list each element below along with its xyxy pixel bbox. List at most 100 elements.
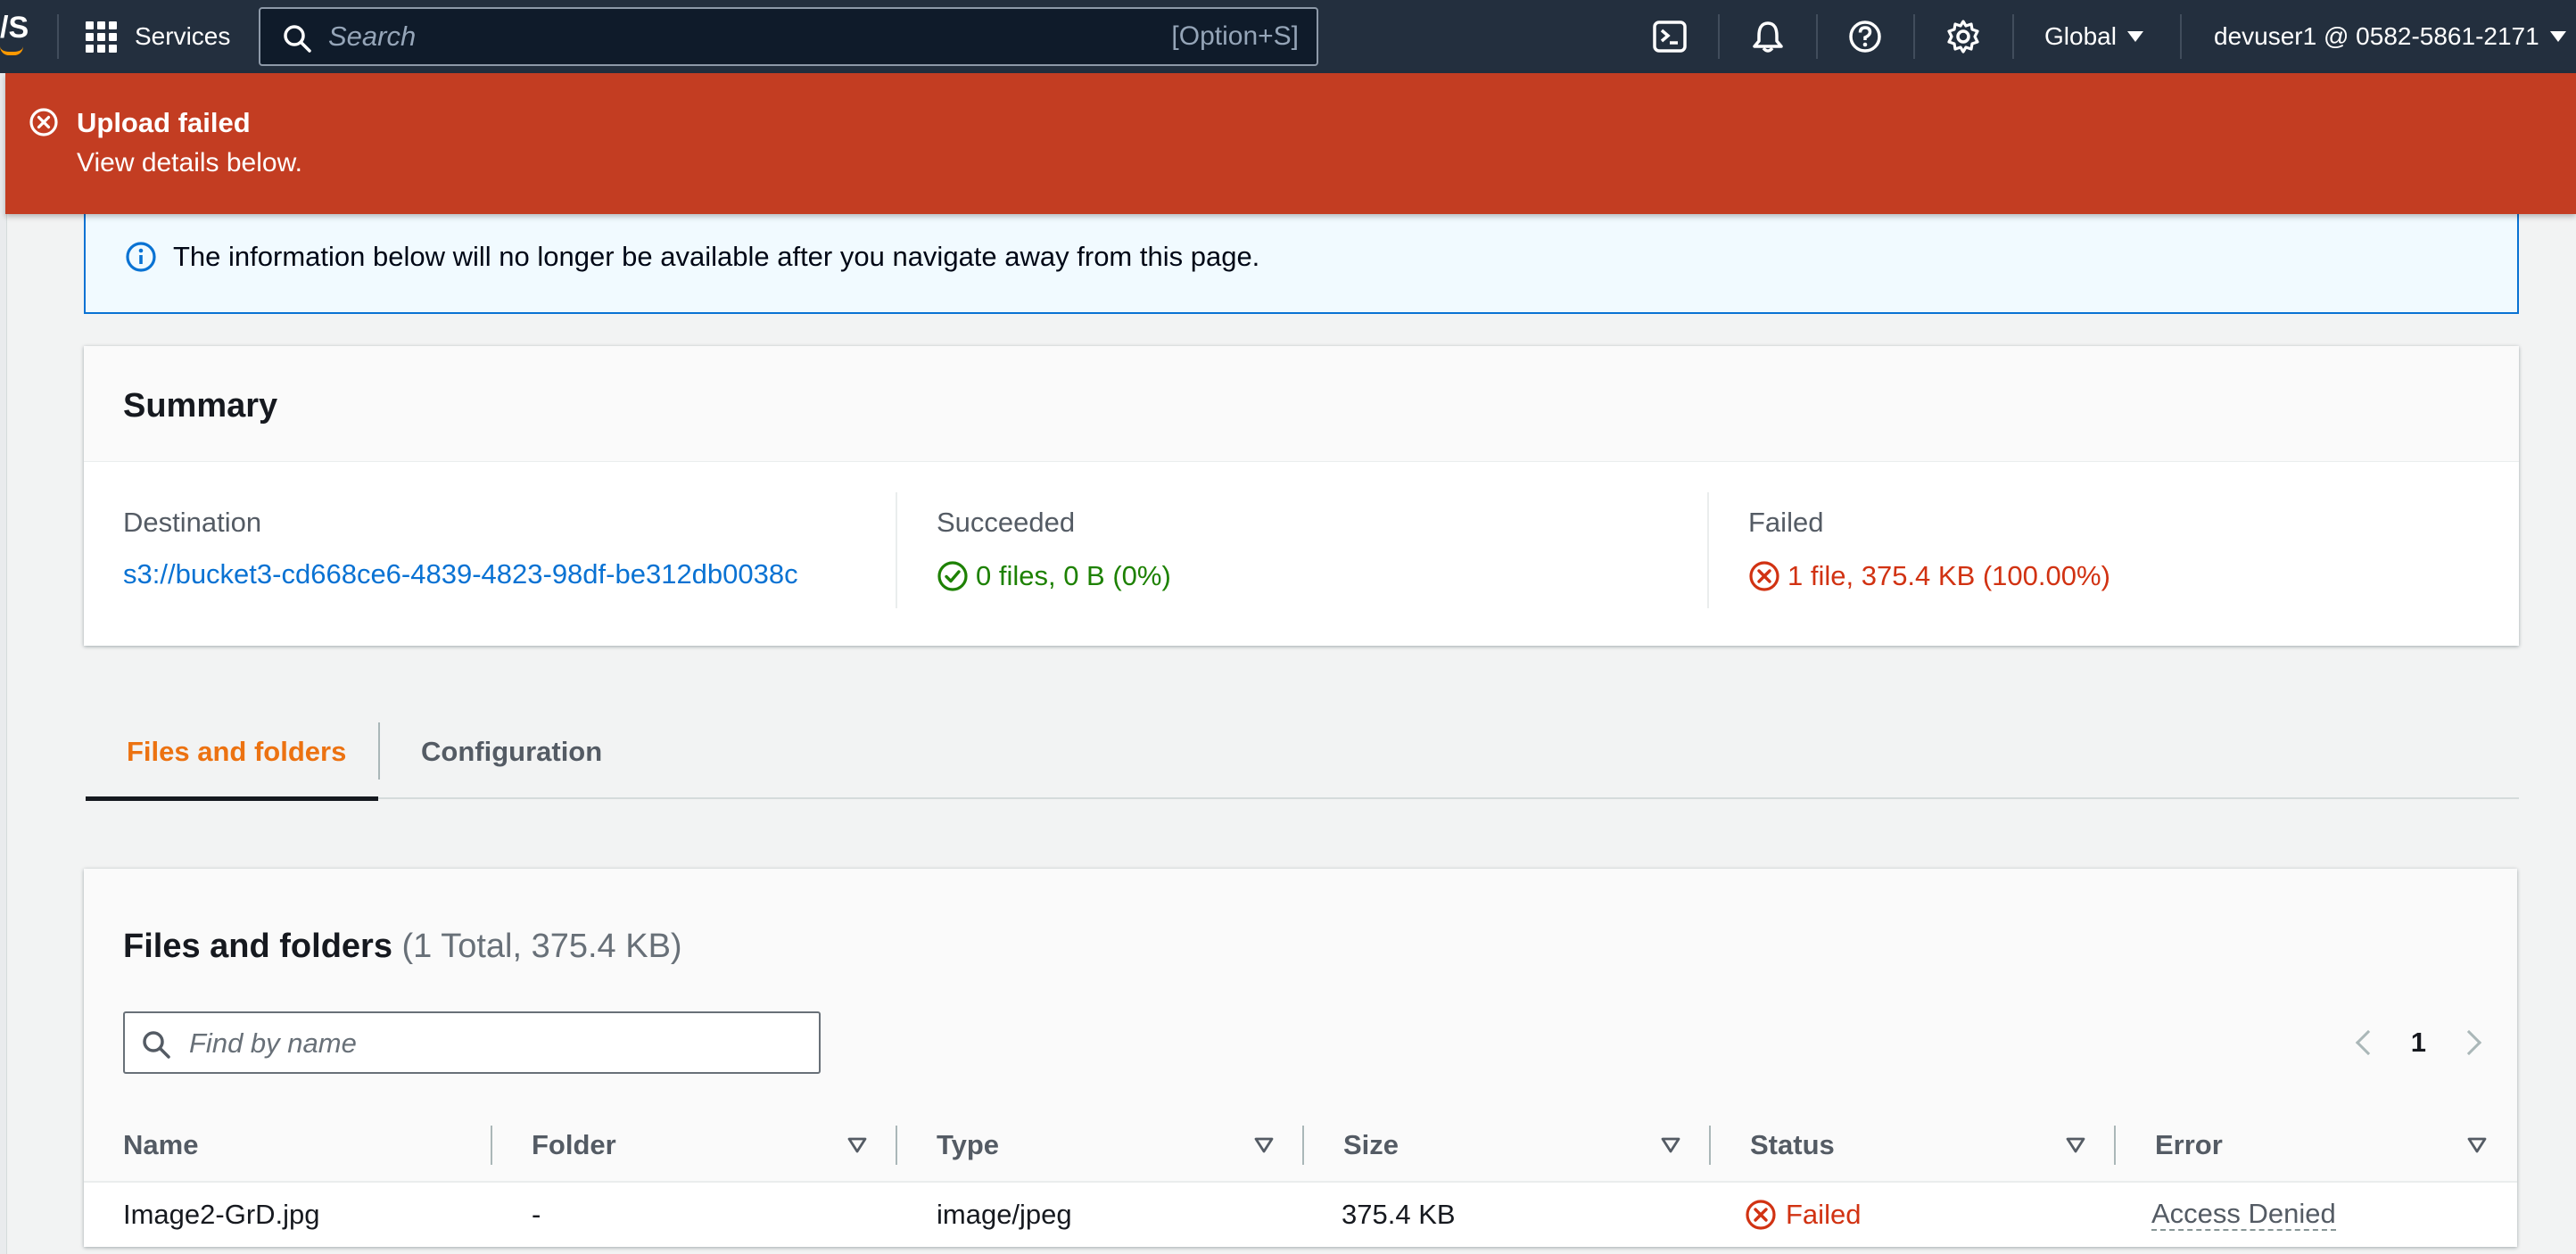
sort-caret-icon[interactable] <box>1661 1136 1680 1154</box>
cell-type: image/jpeg <box>937 1199 1072 1230</box>
column-divider[interactable] <box>1709 1126 1711 1165</box>
tab-label: Configuration <box>421 736 603 767</box>
table-header: Name Folder Type Size Status Error <box>84 1108 2517 1183</box>
error-circle-icon <box>1749 561 1779 591</box>
column-divider <box>896 492 897 608</box>
succeeded-status: 0 files, 0 B (0%) <box>937 560 1171 592</box>
column-divider[interactable] <box>2114 1126 2116 1165</box>
bell-icon <box>1753 21 1783 53</box>
error-detail-link[interactable]: Access Denied <box>2151 1199 2336 1231</box>
account-menu[interactable]: devuser1 @ 0582-5861-2171 <box>2214 0 2566 73</box>
find-by-name-input[interactable] <box>189 1026 796 1061</box>
services-menu-button[interactable]: Services <box>86 0 230 73</box>
grid-icon <box>86 21 117 53</box>
global-search[interactable]: [Option+S] <box>259 7 1318 66</box>
column-divider <box>1707 492 1709 608</box>
info-alert-text: The information below will no longer be … <box>173 241 1260 272</box>
account-label: devuser1 @ 0582-5861-2171 <box>2214 22 2539 50</box>
cloudshell-button[interactable] <box>1648 15 1691 58</box>
sort-caret-icon[interactable] <box>2066 1136 2085 1154</box>
files-title: Files and folders (1 Total, 375.4 KB) <box>123 928 682 966</box>
succeeded-label: Succeeded <box>937 507 1076 538</box>
tab-divider <box>378 722 380 780</box>
cell-name: Image2-GrD.jpg <box>123 1199 320 1230</box>
tab-bar: Files and folders Configuration <box>86 705 2519 801</box>
page-number[interactable]: 1 <box>2411 1027 2426 1059</box>
status-text: Failed <box>1786 1199 1862 1230</box>
column-header-folder[interactable]: Folder <box>532 1108 616 1183</box>
success-check-icon <box>937 561 968 591</box>
destination-column: Destination s3://bucket3-cd668ce6-4839-4… <box>123 507 798 590</box>
column-header-status[interactable]: Status <box>1750 1108 1835 1183</box>
chevron-left-icon[interactable] <box>2355 1029 2381 1056</box>
destination-link[interactable]: s3://bucket3-cd668ce6-4839-4823-98df-be3… <box>123 558 798 590</box>
search-icon <box>284 25 311 53</box>
nav-divider <box>1816 14 1818 59</box>
search-shortcut-hint: [Option+S] <box>1171 21 1299 51</box>
summary-title: Summary <box>123 387 278 425</box>
nav-divider <box>2012 14 2014 59</box>
error-circle-icon <box>1746 1200 1776 1230</box>
sort-caret-icon[interactable] <box>2467 1136 2487 1154</box>
failed-value: 1 file, 375.4 KB (100.00%) <box>1788 560 2110 591</box>
succeeded-column: Succeeded 0 files, 0 B (0%) <box>937 507 1171 592</box>
notifications-button[interactable] <box>1746 15 1789 58</box>
nav-divider <box>1718 14 1720 59</box>
search-icon <box>143 1031 170 1059</box>
cell-status: Failed <box>1745 1183 1861 1247</box>
sort-caret-icon[interactable] <box>847 1136 867 1154</box>
side-nav-strip <box>0 73 7 1254</box>
services-label: Services <box>135 22 231 50</box>
region-label: Global <box>2044 22 2117 50</box>
caret-down-icon <box>2126 31 2143 42</box>
info-icon <box>126 242 156 272</box>
nav-divider <box>57 14 59 59</box>
summary-container: Summary Destination s3://bucket3-cd668ce… <box>84 346 2519 646</box>
failed-status: 1 file, 375.4 KB (100.00%) <box>1748 560 2110 592</box>
find-by-name-filter[interactable] <box>123 1011 821 1074</box>
chevron-right-icon[interactable] <box>2456 1029 2482 1056</box>
column-divider[interactable] <box>896 1126 897 1165</box>
sort-caret-icon[interactable] <box>1254 1136 1274 1154</box>
files-count: (1 Total, 375.4 KB) <box>401 928 682 965</box>
cell-error: Access Denied <box>2151 1183 2336 1247</box>
help-icon <box>1849 21 1881 53</box>
files-title-text: Files and folders <box>123 928 392 965</box>
cloudshell-icon <box>1653 21 1687 53</box>
aws-logo[interactable]: /S <box>0 12 30 61</box>
column-header-type[interactable]: Type <box>937 1108 999 1183</box>
column-divider[interactable] <box>1302 1126 1304 1165</box>
cell-size: 375.4 KB <box>1342 1199 1456 1230</box>
logo-smile <box>0 46 23 55</box>
help-button[interactable] <box>1844 15 1887 58</box>
destination-label: Destination <box>123 507 262 538</box>
column-divider[interactable] <box>491 1126 492 1165</box>
top-navigation: /S Services [Option+S] <box>0 0 2576 73</box>
settings-icon <box>1947 20 1979 54</box>
table-row: Image2-GrD.jpg - image/jpeg 375.4 KB Fai… <box>84 1183 2517 1247</box>
column-header-size[interactable]: Size <box>1343 1108 1399 1183</box>
tab-configuration[interactable]: Configuration <box>421 705 602 799</box>
logo-text: /S <box>0 12 29 45</box>
failed-label: Failed <box>1748 507 1824 538</box>
flash-message: View details below. <box>77 148 302 177</box>
column-header-name[interactable]: Name <box>123 1108 198 1183</box>
failed-column: Failed 1 file, 375.4 KB (100.00%) <box>1748 507 2110 592</box>
settings-button[interactable] <box>1942 15 1985 58</box>
upload-failed-flashbar: Upload failed View details below. <box>5 73 2576 214</box>
pagination: 1 <box>2355 1022 2482 1063</box>
nav-divider <box>2180 14 2182 59</box>
error-circle-icon <box>29 108 58 136</box>
tab-label: Files and folders <box>127 736 347 767</box>
files-and-folders-container: Files and folders (1 Total, 375.4 KB) 1 … <box>84 869 2517 1247</box>
column-header-error[interactable]: Error <box>2155 1108 2223 1183</box>
succeeded-value: 0 files, 0 B (0%) <box>976 560 1171 591</box>
cell-folder: - <box>532 1199 541 1230</box>
files-header: Files and folders (1 Total, 375.4 KB) 1 <box>84 869 2517 1108</box>
tab-files-and-folders[interactable]: Files and folders <box>86 705 378 801</box>
summary-header: Summary <box>84 346 2519 462</box>
region-selector[interactable]: Global <box>2044 0 2143 73</box>
flash-title: Upload failed <box>77 107 251 138</box>
nav-divider <box>1913 14 1915 59</box>
search-input[interactable] <box>328 18 1131 55</box>
